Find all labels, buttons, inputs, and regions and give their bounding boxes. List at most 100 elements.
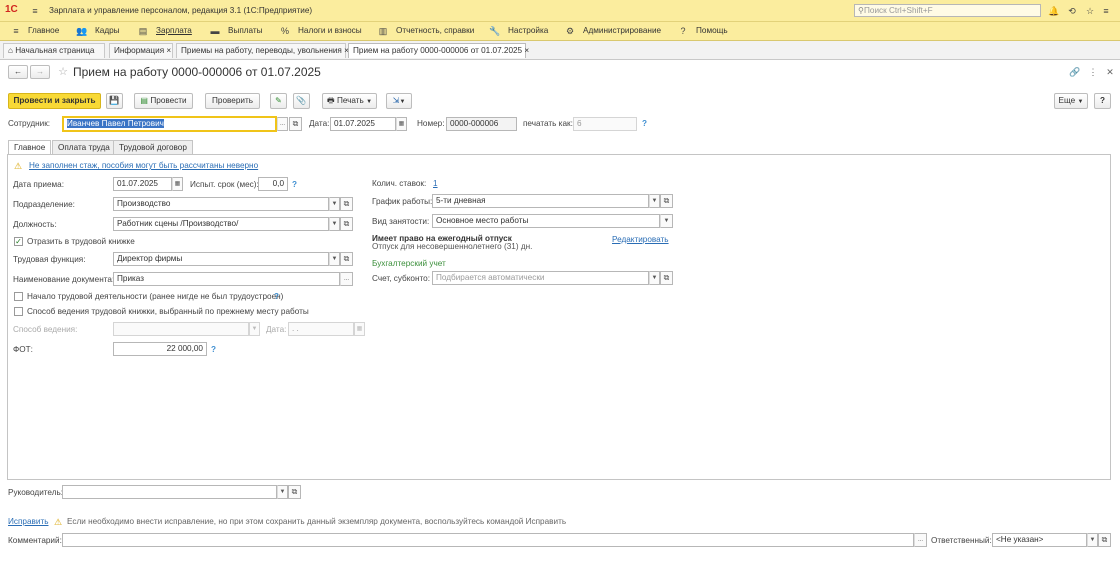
account-dropdown[interactable]: ▼ — [649, 271, 660, 285]
schedule-field[interactable]: 5-ти дневная — [432, 194, 649, 208]
tab-hiring-list[interactable]: Приемы на работу, переводы, увольнения × — [176, 43, 349, 58]
position-open-button[interactable]: ⧉ — [340, 217, 353, 231]
employee-select-button[interactable]: ... — [277, 117, 288, 131]
print-as-help-icon[interactable]: ? — [642, 118, 647, 130]
check-button[interactable]: Проверить — [205, 93, 260, 109]
labor-function-open-button[interactable]: ⧉ — [340, 252, 353, 266]
document-name-select-button[interactable]: ... — [340, 272, 353, 286]
help-button[interactable]: ? — [1094, 93, 1111, 109]
schedule-dropdown[interactable]: ▼ — [649, 194, 660, 208]
attach-button[interactable]: 📎 — [293, 93, 310, 109]
employee-field[interactable]: Иванчев Павел Петрович — [62, 116, 277, 132]
number-field[interactable]: 0000-000006 — [446, 117, 517, 131]
date-field[interactable]: 01.07.2025 — [330, 117, 396, 131]
method-date-field[interactable]: . . — [288, 322, 354, 336]
labor-function-field[interactable]: Директор фирмы — [113, 252, 329, 266]
arrow-right-icon: → — [35, 67, 45, 76]
more-vertical-icon[interactable]: ⋮ — [1087, 66, 1099, 78]
chevron-down-icon: ▼ — [399, 99, 406, 105]
tab-home[interactable]: ⌂ Начальная страница — [3, 43, 105, 58]
create-based-on-button[interactable]: ⇲▼ — [386, 93, 412, 109]
manager-field[interactable] — [62, 485, 277, 499]
calendar-icon[interactable]: ▦ — [354, 322, 365, 336]
account-field[interactable]: Подбирается автоматически — [432, 271, 649, 285]
account-open-button[interactable]: ⧉ — [660, 271, 673, 285]
workbook-method-checkbox[interactable] — [14, 307, 23, 316]
method-field[interactable] — [113, 322, 249, 336]
print-button[interactable]: 🖶 Печать ▼ — [322, 93, 377, 109]
fot-field[interactable]: 22 000,00 — [113, 342, 207, 356]
menu-item-payments[interactable]: Выплаты — [228, 25, 263, 37]
fot-help-icon[interactable]: ? — [211, 344, 216, 356]
workbook-checkbox[interactable]: ✓ — [14, 237, 23, 246]
stazh-warning-link[interactable]: Не заполнен стаж, пособия могут быть рас… — [29, 160, 258, 172]
menu-item-settings[interactable]: Настройка — [508, 25, 548, 37]
employment-label: Вид занятости: — [372, 217, 430, 226]
post-and-close-button[interactable]: Провести и закрыть — [8, 93, 101, 109]
menu-item-admin[interactable]: Администрирование — [583, 25, 661, 37]
responsible-field[interactable]: <Не указан> — [992, 533, 1087, 547]
app-logo[interactable]: 1С — [5, 4, 18, 16]
employee-open-button[interactable]: ⧉ — [289, 117, 302, 131]
position-dropdown[interactable]: ▼ — [329, 217, 340, 231]
comment-expand-button[interactable]: ... — [914, 533, 927, 547]
favorite-star-icon[interactable]: ☆ — [57, 66, 69, 78]
tab-information[interactable]: Информация × — [109, 43, 173, 58]
menu-item-salary[interactable]: Зарплата — [156, 25, 192, 37]
tab-hiring-document[interactable]: Прием на работу 0000-000006 от 01.07.202… — [348, 43, 529, 58]
document-name-field[interactable]: Приказ — [113, 272, 340, 286]
department-dropdown[interactable]: ▼ — [329, 197, 340, 211]
forward-button[interactable]: → — [30, 65, 50, 79]
department-field[interactable]: Производство — [113, 197, 329, 211]
sign-button[interactable]: ✎ — [270, 93, 287, 109]
close-form-icon[interactable]: ✕ — [1104, 66, 1116, 78]
global-search-input[interactable]: ⚲Поиск Ctrl+Shift+F — [854, 4, 1041, 17]
form-tab-contract[interactable]: Трудовой договор — [113, 140, 193, 155]
save-button[interactable]: 💾 — [106, 93, 123, 109]
star-icon[interactable]: ☆ — [1084, 5, 1096, 17]
post-button[interactable]: ▤ Провести — [134, 93, 193, 109]
manager-dropdown[interactable]: ▼ — [277, 485, 288, 499]
menu-settings-icon: 🔧 — [489, 26, 501, 36]
employment-dropdown[interactable]: ▼ — [660, 214, 673, 228]
vacation-edit-link[interactable]: Редактировать — [612, 234, 669, 246]
back-button[interactable]: ← — [8, 65, 28, 79]
bell-icon[interactable]: 🔔 — [1048, 5, 1060, 17]
schedule-open-button[interactable]: ⧉ — [660, 194, 673, 208]
responsible-open-button[interactable]: ⧉ — [1098, 533, 1111, 547]
more-button[interactable]: Еще ▼ — [1054, 93, 1088, 109]
menu-item-taxes[interactable]: Налоги и взносы — [298, 25, 362, 37]
probation-help-icon[interactable]: ? — [292, 179, 297, 191]
main-menu-icon[interactable]: ≡ — [29, 5, 41, 17]
close-icon[interactable]: × — [166, 46, 171, 55]
employment-field[interactable]: Основное место работы — [432, 214, 660, 228]
first-work-checkbox[interactable] — [14, 292, 23, 301]
labor-function-dropdown[interactable]: ▼ — [329, 252, 340, 266]
menu-item-reports[interactable]: Отчетность, справки — [396, 25, 474, 37]
form-tab-payment[interactable]: Оплата труда — [52, 140, 116, 155]
rates-link[interactable]: 1 — [433, 178, 438, 190]
link-icon[interactable]: 🔗 — [1069, 66, 1081, 78]
first-work-help-icon[interactable]: ? — [274, 291, 279, 303]
print-as-field[interactable]: 6 — [573, 117, 637, 131]
form-tab-main[interactable]: Главное — [8, 140, 52, 155]
menu-item-help[interactable]: Помощь — [696, 25, 728, 37]
hire-date-field[interactable]: 01.07.2025 — [113, 177, 172, 191]
calendar-icon[interactable]: ▦ — [396, 117, 407, 131]
department-open-button[interactable]: ⧉ — [340, 197, 353, 211]
history-icon[interactable]: ⟲ — [1066, 5, 1078, 17]
responsible-dropdown[interactable]: ▼ — [1087, 533, 1098, 547]
workbook-label: Отразить в трудовой книжке — [27, 237, 135, 246]
menu-item-main[interactable]: Главное — [28, 25, 59, 37]
position-field[interactable]: Работник сцены /Производство/ — [113, 217, 329, 231]
fix-link[interactable]: Исправить — [8, 516, 48, 528]
settings-menu-icon[interactable]: ≡ — [1100, 5, 1112, 17]
menu-item-personnel[interactable]: Кадры — [95, 25, 120, 37]
method-dropdown[interactable]: ▼ — [249, 322, 260, 336]
probation-field[interactable]: 0,0 — [258, 177, 288, 191]
comment-field[interactable] — [62, 533, 914, 547]
account-label: Счет, субконто: — [372, 274, 430, 283]
manager-open-button[interactable]: ⧉ — [288, 485, 301, 499]
close-icon[interactable]: × — [524, 46, 529, 55]
calendar-icon[interactable]: ▦ — [172, 177, 183, 191]
